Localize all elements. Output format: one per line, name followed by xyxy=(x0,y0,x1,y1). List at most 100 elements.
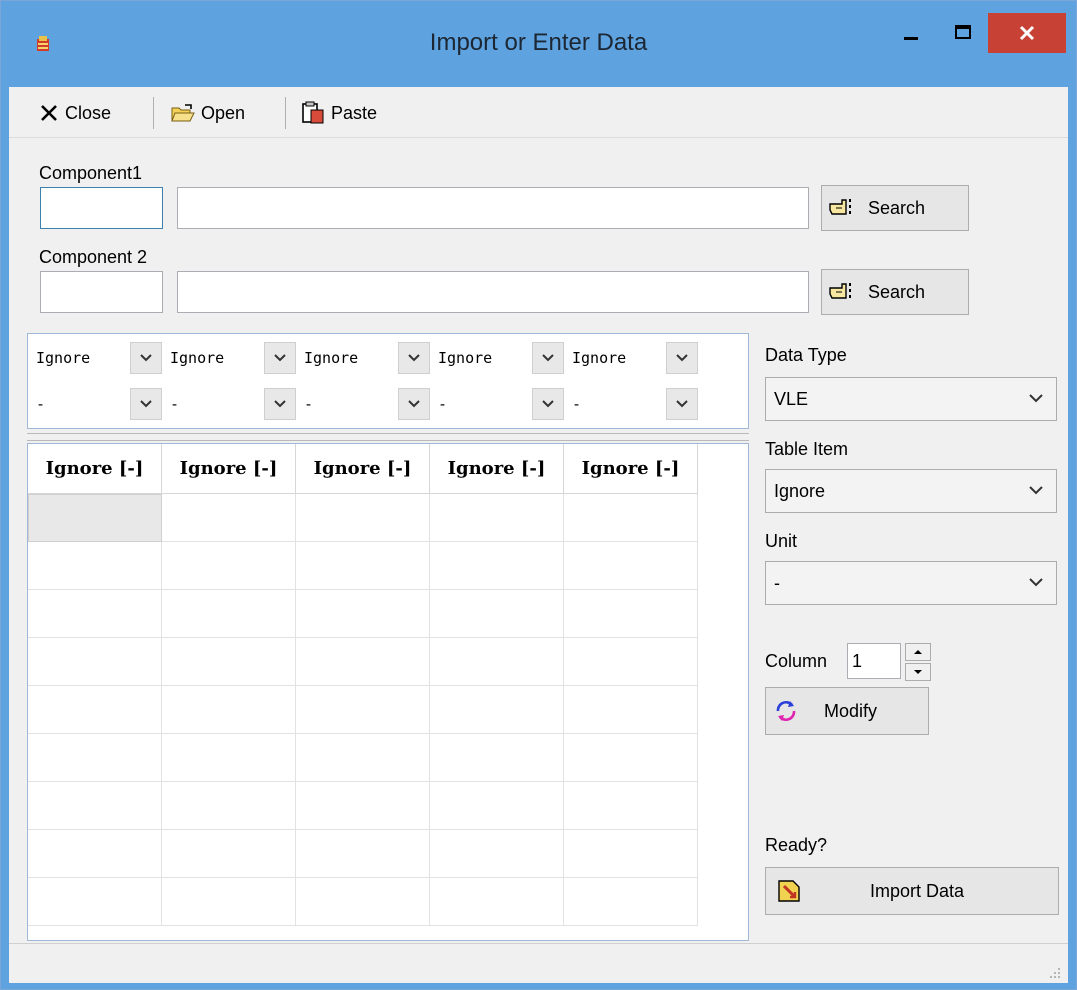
mapping-unit-select[interactable]: - xyxy=(164,382,298,426)
chevron-down-icon[interactable] xyxy=(130,342,162,374)
chevron-down-icon[interactable] xyxy=(666,388,698,420)
grid-cell[interactable] xyxy=(430,590,564,638)
mapping-unit-select[interactable]: - xyxy=(30,382,164,426)
mapping-unit-select[interactable]: - xyxy=(432,382,566,426)
grid-cell[interactable] xyxy=(564,734,698,782)
grid-column-header[interactable]: Ignore [-] xyxy=(430,444,564,494)
grid-cell[interactable] xyxy=(430,686,564,734)
mapping-item-select[interactable]: Ignore xyxy=(566,336,700,380)
column-spinner[interactable] xyxy=(905,643,931,681)
minimize-button[interactable] xyxy=(881,13,941,53)
panel-splitter[interactable] xyxy=(27,433,749,441)
column-number-field[interactable] xyxy=(847,643,901,679)
chevron-down-icon[interactable] xyxy=(666,342,698,374)
maximize-button[interactable] xyxy=(941,13,985,53)
close-window-button[interactable] xyxy=(988,13,1066,53)
grid-cell[interactable] xyxy=(162,638,296,686)
grid-cell[interactable] xyxy=(296,638,430,686)
spin-up-icon[interactable] xyxy=(905,643,931,661)
grid-cell[interactable] xyxy=(28,878,162,926)
grid-cell[interactable] xyxy=(296,734,430,782)
grid-cell[interactable] xyxy=(162,878,296,926)
grid-cell[interactable] xyxy=(564,782,698,830)
chevron-down-icon[interactable] xyxy=(264,388,296,420)
grid-cell[interactable] xyxy=(296,878,430,926)
grid-cell[interactable] xyxy=(162,686,296,734)
grid-cell[interactable] xyxy=(430,878,564,926)
grid-cell[interactable] xyxy=(564,590,698,638)
component1-id-field[interactable] xyxy=(40,187,163,229)
grid-cell[interactable] xyxy=(296,686,430,734)
data-type-select[interactable]: VLE xyxy=(765,377,1057,421)
grid-cell[interactable] xyxy=(28,590,162,638)
grid-cell[interactable] xyxy=(564,638,698,686)
grid-cell[interactable] xyxy=(162,830,296,878)
grid-column-header[interactable]: Ignore [-] xyxy=(162,444,296,494)
close-toolbar-button[interactable]: Close xyxy=(39,95,111,131)
grid-cell[interactable] xyxy=(162,782,296,830)
grid-cell[interactable] xyxy=(430,542,564,590)
mapping-item-select[interactable]: Ignore xyxy=(432,336,566,380)
grid-cell[interactable] xyxy=(28,830,162,878)
grid-cell[interactable] xyxy=(564,494,698,542)
grid-cell[interactable] xyxy=(430,830,564,878)
unit-select[interactable]: - xyxy=(765,561,1057,605)
grid-cell[interactable] xyxy=(564,830,698,878)
grid-cell[interactable] xyxy=(430,734,564,782)
grid-column-header[interactable]: Ignore [-] xyxy=(564,444,698,494)
mapping-item-select[interactable]: Ignore xyxy=(30,336,164,380)
mapping-unit-value: - xyxy=(438,395,448,413)
grid-cell[interactable] xyxy=(296,782,430,830)
grid-cell[interactable] xyxy=(28,542,162,590)
paste-button[interactable]: Paste xyxy=(301,95,377,131)
open-button[interactable]: Open xyxy=(171,95,245,131)
grid-cell[interactable] xyxy=(162,542,296,590)
chevron-down-icon[interactable] xyxy=(130,388,162,420)
grid-cell[interactable] xyxy=(430,638,564,686)
grid-cell[interactable] xyxy=(28,734,162,782)
modify-button[interactable]: Modify xyxy=(765,687,929,735)
grid-cell[interactable] xyxy=(28,638,162,686)
chevron-down-icon[interactable] xyxy=(532,342,564,374)
grid-cell[interactable] xyxy=(430,494,564,542)
chevron-down-icon[interactable] xyxy=(264,342,296,374)
grid-cell[interactable] xyxy=(162,734,296,782)
open-folder-icon xyxy=(171,104,195,122)
component1-name-field[interactable] xyxy=(177,187,809,229)
component2-id-field[interactable] xyxy=(40,271,163,313)
grid-column-header[interactable]: Ignore [-] xyxy=(28,444,162,494)
chevron-down-icon[interactable] xyxy=(398,342,430,374)
grid-cell[interactable] xyxy=(28,782,162,830)
grid-cell[interactable] xyxy=(296,830,430,878)
import-data-button[interactable]: Import Data xyxy=(765,867,1059,915)
chevron-down-icon[interactable] xyxy=(398,388,430,420)
grid-cell[interactable] xyxy=(430,782,564,830)
grid-cell[interactable] xyxy=(564,542,698,590)
grid-cell[interactable] xyxy=(564,878,698,926)
grid-cell[interactable] xyxy=(162,590,296,638)
table-item-select[interactable]: Ignore xyxy=(765,469,1057,513)
chevron-down-icon[interactable] xyxy=(532,388,564,420)
mapping-unit-select[interactable]: - xyxy=(298,382,432,426)
grid-cell[interactable] xyxy=(296,590,430,638)
component1-search-button[interactable]: Search xyxy=(821,185,969,231)
grid-cell[interactable] xyxy=(296,542,430,590)
component2-name-field[interactable] xyxy=(177,271,809,313)
client-area: Close Open Paste Component1 Search Compo… xyxy=(9,87,1068,983)
grid-cell[interactable] xyxy=(564,686,698,734)
mapping-item-select[interactable]: Ignore xyxy=(298,336,432,380)
grid-cell[interactable] xyxy=(28,686,162,734)
grid-cell[interactable] xyxy=(28,494,162,542)
title-bar[interactable]: Import or Enter Data xyxy=(1,1,1076,87)
data-grid[interactable]: Ignore [-] Ignore [-] Ignore [-] Ignore … xyxy=(27,443,749,941)
component2-search-button[interactable]: Search xyxy=(821,269,969,315)
grid-cell[interactable] xyxy=(162,494,296,542)
chevron-down-icon xyxy=(1029,394,1043,403)
spin-down-icon[interactable] xyxy=(905,663,931,681)
mapping-unit-select[interactable]: - xyxy=(566,382,700,426)
grid-cell[interactable] xyxy=(296,494,430,542)
grid-column-header[interactable]: Ignore [-] xyxy=(296,444,430,494)
mapping-item-select[interactable]: Ignore xyxy=(164,336,298,380)
mapping-item-value: Ignore xyxy=(304,349,359,367)
resize-grip-icon[interactable] xyxy=(1048,966,1062,980)
